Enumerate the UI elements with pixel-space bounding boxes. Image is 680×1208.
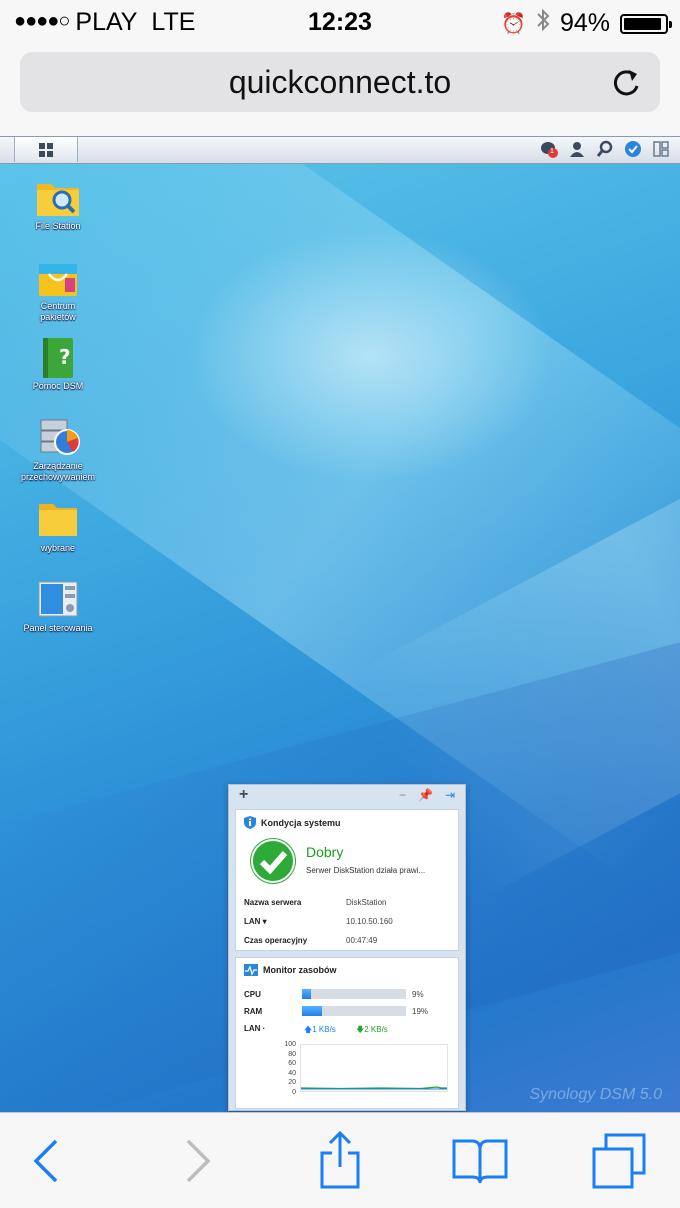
- desktop-icon-storage-manager[interactable]: Zarządzanie przechowywaniem: [13, 416, 103, 483]
- main-menu-icon[interactable]: [14, 137, 78, 162]
- notifications-icon[interactable]: 1: [540, 140, 558, 158]
- minimize-icon[interactable]: −: [399, 788, 406, 802]
- info-shield-icon: [244, 816, 256, 829]
- desktop-icon-package-center[interactable]: Centrum pakietów: [13, 256, 103, 323]
- dsm-help-icon[interactable]: [624, 140, 642, 158]
- dsm-taskbar: 1: [0, 136, 680, 164]
- add-widget-button[interactable]: +: [239, 786, 248, 804]
- forward-icon[interactable]: [166, 1131, 226, 1191]
- svg-text:?: ?: [59, 345, 71, 369]
- network-graph: [300, 1044, 448, 1092]
- dsm-widget: + − 📌 ⇥ Kondycja systemu Dobry Serwer Di…: [228, 784, 466, 1111]
- lan-monitor-label[interactable]: LAN ·: [244, 1024, 265, 1033]
- uptime-label: Czas operacyjny: [244, 936, 308, 945]
- system-health-title: Kondycja systemu: [244, 816, 341, 829]
- share-icon[interactable]: [310, 1130, 370, 1191]
- ram-label: RAM: [244, 1007, 263, 1016]
- pin-icon[interactable]: 📌: [418, 788, 433, 802]
- cpu-bar: [302, 989, 406, 999]
- search-icon[interactable]: [596, 140, 614, 158]
- health-description: Serwer DiskStation działa prawi...: [306, 866, 426, 875]
- desktop-icon-label: Panel sterowania: [23, 623, 93, 633]
- tabs-icon[interactable]: [590, 1131, 650, 1191]
- battery-percent: 94%: [559, 9, 610, 37]
- lan-ip-value: 10.10.50.160: [346, 917, 393, 926]
- battery-icon: [620, 13, 672, 34]
- bookmarks-icon[interactable]: [450, 1131, 510, 1191]
- folder-icon: [35, 498, 81, 540]
- package-center-icon: [35, 256, 81, 298]
- upload-arrow-icon: 🡅: [304, 1025, 313, 1034]
- control-panel-icon: [35, 578, 81, 620]
- storage-manager-icon: [35, 416, 81, 458]
- desktop-icon-dsm-help[interactable]: ? Pomoc DSM: [13, 336, 103, 392]
- widget-header: + − 📌 ⇥: [229, 785, 465, 807]
- resource-monitor-panel: Monitor zasobów CPU 9% RAM 19% LAN · 🡅1 …: [235, 957, 459, 1109]
- resource-monitor-title: Monitor zasobów: [244, 964, 337, 976]
- file-station-icon: [35, 176, 81, 218]
- desktop-icon-label: File Station: [35, 221, 81, 231]
- alarm-icon: ⏰: [501, 13, 526, 35]
- ram-bar: [302, 1006, 406, 1016]
- status-bar: ●●●●○ PLAY LTE 12:23 ⏰ 94%: [0, 0, 680, 44]
- browser-chrome: quickconnect.to: [0, 44, 680, 137]
- desktop-icon-label: Zarządzanie przechowywaniem: [20, 461, 96, 482]
- ram-value: 19%: [412, 1007, 429, 1016]
- lan-label[interactable]: LAN ▾: [244, 917, 267, 926]
- system-health-panel: Kondycja systemu Dobry Serwer DiskStatio…: [235, 809, 459, 951]
- monitor-icon: [244, 964, 258, 976]
- cpu-label: CPU: [244, 990, 261, 999]
- cpu-value: 9%: [412, 990, 424, 999]
- server-name-label: Nazwa serwera: [244, 898, 302, 907]
- upload-rate: 🡅1 KB/s: [304, 1025, 336, 1034]
- back-icon[interactable]: [20, 1131, 80, 1191]
- dsm-desktop: 1 File Station Centrum pakietów ? Pomoc …: [0, 136, 680, 1112]
- reload-icon[interactable]: [608, 62, 644, 102]
- address-bar[interactable]: quickconnect.to: [20, 52, 660, 112]
- uptime-value: 00:47:49: [346, 936, 378, 945]
- health-status: Dobry: [306, 844, 344, 860]
- download-rate: 🡇2 KB/s: [356, 1025, 388, 1034]
- browser-toolbar: [0, 1112, 680, 1208]
- desktop-icon-label: Pomoc DSM: [32, 381, 84, 391]
- notification-count: 1: [550, 148, 554, 155]
- graph-y-ticks: 100 80 60 40 20 0: [284, 1041, 296, 1096]
- desktop-icon-control-panel[interactable]: Panel sterowania: [13, 578, 103, 634]
- widgets-icon[interactable]: [652, 140, 670, 158]
- dock-icon[interactable]: ⇥: [445, 788, 455, 802]
- health-ok-icon: [250, 838, 296, 884]
- url-text[interactable]: quickconnect.to: [20, 64, 660, 101]
- status-right: ⏰ 94%: [501, 8, 672, 39]
- user-icon[interactable]: [568, 140, 586, 158]
- bluetooth-icon: [536, 8, 550, 39]
- desktop-icon-folder-wybrane[interactable]: wybrane: [13, 498, 103, 554]
- desktop-icon-file-station[interactable]: File Station: [13, 176, 103, 232]
- dsm-help-book-icon: ?: [35, 336, 81, 378]
- desktop-icon-label: Centrum pakietów: [40, 301, 76, 322]
- synology-watermark: Synology DSM 5.0: [529, 1086, 662, 1103]
- download-arrow-icon: 🡇: [356, 1025, 365, 1034]
- server-name-value: DiskStation: [346, 898, 387, 907]
- desktop-icon-label: wybrane: [40, 543, 76, 553]
